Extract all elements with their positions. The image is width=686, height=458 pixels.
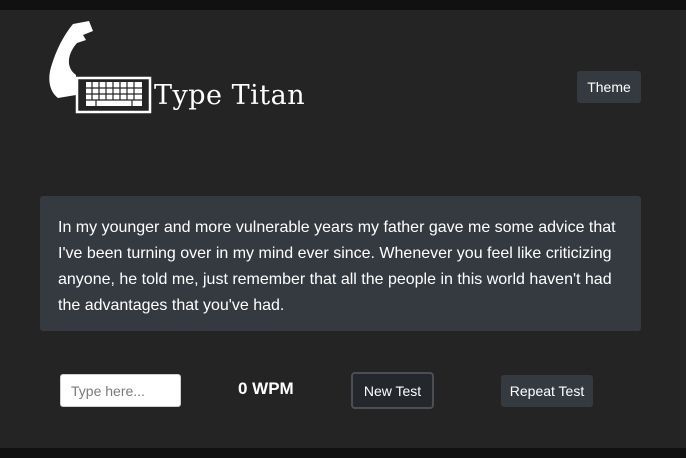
app-logo: Type Titan: [44, 20, 324, 118]
wpm-counter: 0 WPM: [238, 379, 294, 398]
repeat-test-button[interactable]: Repeat Test: [501, 375, 593, 407]
theme-button[interactable]: Theme: [577, 71, 641, 103]
typing-input[interactable]: [60, 374, 181, 407]
passage-text: In my younger and more vulnerable years …: [58, 219, 616, 314]
passage-panel: In my younger and more vulnerable years …: [40, 196, 641, 331]
new-test-button[interactable]: New Test: [351, 372, 434, 409]
app-window: Type Titan Theme In my younger and more …: [0, 10, 686, 448]
muscle-arm-keyboard-icon: [49, 21, 152, 114]
app-title: Type Titan: [154, 80, 306, 111]
